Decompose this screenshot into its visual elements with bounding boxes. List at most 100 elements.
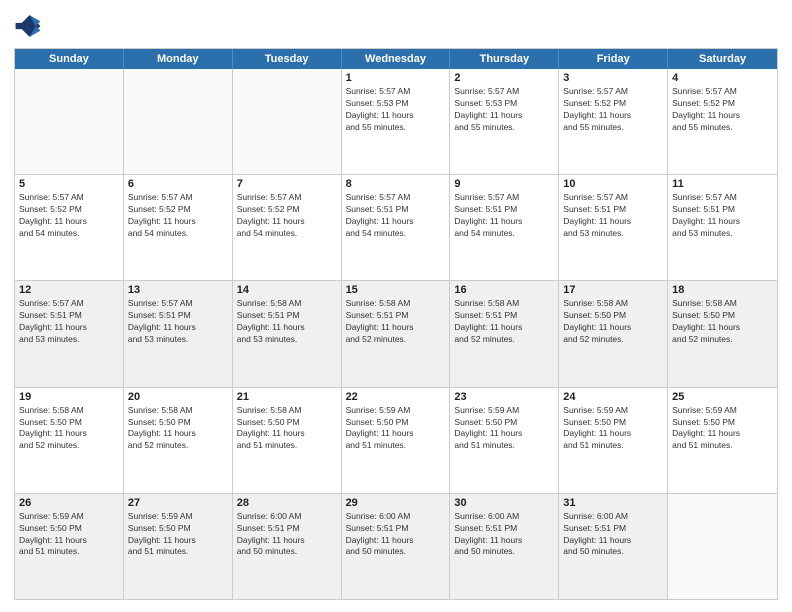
cell-line: Sunrise: 5:57 AM — [346, 86, 446, 98]
cell-line: Daylight: 11 hours — [672, 110, 773, 122]
cell-line: Sunrise: 5:57 AM — [672, 86, 773, 98]
cell-line: Sunrise: 5:57 AM — [672, 192, 773, 204]
cell-line: Sunset: 5:50 PM — [128, 417, 228, 429]
day-cell-12: 12Sunrise: 5:57 AMSunset: 5:51 PMDayligh… — [15, 281, 124, 386]
cell-line: Sunset: 5:51 PM — [346, 204, 446, 216]
cell-line: Sunrise: 5:58 AM — [672, 298, 773, 310]
day-cell-21: 21Sunrise: 5:58 AMSunset: 5:50 PMDayligh… — [233, 388, 342, 493]
day-cell-5: 5Sunrise: 5:57 AMSunset: 5:52 PMDaylight… — [15, 175, 124, 280]
cell-line: Sunset: 5:52 PM — [19, 204, 119, 216]
cell-line: and 50 minutes. — [454, 546, 554, 558]
logo — [14, 12, 46, 40]
cell-line: Sunset: 5:51 PM — [563, 523, 663, 535]
cell-line: Daylight: 11 hours — [128, 216, 228, 228]
week-row-1: 1Sunrise: 5:57 AMSunset: 5:53 PMDaylight… — [15, 69, 777, 175]
empty-cell — [124, 69, 233, 174]
day-number: 19 — [19, 391, 119, 403]
day-cell-25: 25Sunrise: 5:59 AMSunset: 5:50 PMDayligh… — [668, 388, 777, 493]
cell-line: Sunrise: 5:58 AM — [346, 298, 446, 310]
day-cell-2: 2Sunrise: 5:57 AMSunset: 5:53 PMDaylight… — [450, 69, 559, 174]
day-number: 15 — [346, 284, 446, 296]
cell-line: Daylight: 11 hours — [454, 216, 554, 228]
cell-line: Sunrise: 5:57 AM — [563, 86, 663, 98]
cell-line: and 51 minutes. — [237, 440, 337, 452]
cell-line: and 55 minutes. — [672, 122, 773, 134]
day-cell-31: 31Sunrise: 6:00 AMSunset: 5:51 PMDayligh… — [559, 494, 668, 599]
cell-line: and 51 minutes. — [563, 440, 663, 452]
cell-line: and 53 minutes. — [237, 334, 337, 346]
cell-line: Sunset: 5:53 PM — [454, 98, 554, 110]
day-number: 18 — [672, 284, 773, 296]
cell-line: Sunrise: 5:57 AM — [454, 86, 554, 98]
day-cell-17: 17Sunrise: 5:58 AMSunset: 5:50 PMDayligh… — [559, 281, 668, 386]
cell-line: and 51 minutes. — [346, 440, 446, 452]
cell-line: Daylight: 11 hours — [563, 322, 663, 334]
cell-line: and 53 minutes. — [128, 334, 228, 346]
cell-line: and 55 minutes. — [563, 122, 663, 134]
day-number: 31 — [563, 497, 663, 509]
cell-line: Sunset: 5:51 PM — [128, 310, 228, 322]
header-day-friday: Friday — [559, 49, 668, 69]
cell-line: Sunset: 5:51 PM — [346, 523, 446, 535]
cell-line: Daylight: 11 hours — [128, 428, 228, 440]
cell-line: Sunrise: 5:59 AM — [672, 405, 773, 417]
day-cell-10: 10Sunrise: 5:57 AMSunset: 5:51 PMDayligh… — [559, 175, 668, 280]
week-row-5: 26Sunrise: 5:59 AMSunset: 5:50 PMDayligh… — [15, 494, 777, 599]
cell-line: Sunrise: 5:58 AM — [128, 405, 228, 417]
cell-line: and 50 minutes. — [237, 546, 337, 558]
cell-line: Daylight: 11 hours — [454, 428, 554, 440]
day-cell-22: 22Sunrise: 5:59 AMSunset: 5:50 PMDayligh… — [342, 388, 451, 493]
cell-line: Daylight: 11 hours — [454, 535, 554, 547]
day-cell-8: 8Sunrise: 5:57 AMSunset: 5:51 PMDaylight… — [342, 175, 451, 280]
week-row-3: 12Sunrise: 5:57 AMSunset: 5:51 PMDayligh… — [15, 281, 777, 387]
calendar-header: SundayMondayTuesdayWednesdayThursdayFrid… — [15, 49, 777, 69]
day-cell-30: 30Sunrise: 6:00 AMSunset: 5:51 PMDayligh… — [450, 494, 559, 599]
day-number: 24 — [563, 391, 663, 403]
cell-line: and 54 minutes. — [454, 228, 554, 240]
cell-line: Sunrise: 5:59 AM — [346, 405, 446, 417]
day-number: 9 — [454, 178, 554, 190]
cell-line: Sunset: 5:52 PM — [563, 98, 663, 110]
cell-line: Daylight: 11 hours — [19, 535, 119, 547]
day-cell-29: 29Sunrise: 6:00 AMSunset: 5:51 PMDayligh… — [342, 494, 451, 599]
cell-line: Daylight: 11 hours — [454, 110, 554, 122]
day-number: 8 — [346, 178, 446, 190]
logo-icon — [14, 12, 42, 40]
cell-line: Daylight: 11 hours — [128, 535, 228, 547]
cell-line: Daylight: 11 hours — [237, 322, 337, 334]
cell-line: Daylight: 11 hours — [346, 110, 446, 122]
day-number: 12 — [19, 284, 119, 296]
cell-line: Sunset: 5:51 PM — [237, 310, 337, 322]
day-cell-18: 18Sunrise: 5:58 AMSunset: 5:50 PMDayligh… — [668, 281, 777, 386]
cell-line: Sunrise: 5:59 AM — [128, 511, 228, 523]
header — [14, 12, 778, 40]
calendar: SundayMondayTuesdayWednesdayThursdayFrid… — [14, 48, 778, 600]
cell-line: Daylight: 11 hours — [454, 322, 554, 334]
page: SundayMondayTuesdayWednesdayThursdayFrid… — [0, 0, 792, 612]
day-number: 17 — [563, 284, 663, 296]
day-cell-13: 13Sunrise: 5:57 AMSunset: 5:51 PMDayligh… — [124, 281, 233, 386]
cell-line: Daylight: 11 hours — [237, 428, 337, 440]
header-day-thursday: Thursday — [450, 49, 559, 69]
cell-line: Sunset: 5:51 PM — [19, 310, 119, 322]
day-number: 26 — [19, 497, 119, 509]
day-cell-3: 3Sunrise: 5:57 AMSunset: 5:52 PMDaylight… — [559, 69, 668, 174]
cell-line: and 53 minutes. — [672, 228, 773, 240]
day-number: 25 — [672, 391, 773, 403]
cell-line: and 55 minutes. — [454, 122, 554, 134]
cell-line: Sunrise: 5:59 AM — [19, 511, 119, 523]
cell-line: Sunset: 5:52 PM — [237, 204, 337, 216]
day-number: 11 — [672, 178, 773, 190]
day-number: 7 — [237, 178, 337, 190]
cell-line: Sunset: 5:51 PM — [563, 204, 663, 216]
cell-line: and 55 minutes. — [346, 122, 446, 134]
header-day-saturday: Saturday — [668, 49, 777, 69]
header-day-wednesday: Wednesday — [342, 49, 451, 69]
day-cell-19: 19Sunrise: 5:58 AMSunset: 5:50 PMDayligh… — [15, 388, 124, 493]
cell-line: Sunrise: 6:00 AM — [237, 511, 337, 523]
cell-line: Sunrise: 5:58 AM — [19, 405, 119, 417]
header-day-tuesday: Tuesday — [233, 49, 342, 69]
day-number: 20 — [128, 391, 228, 403]
day-number: 5 — [19, 178, 119, 190]
cell-line: Daylight: 11 hours — [19, 428, 119, 440]
